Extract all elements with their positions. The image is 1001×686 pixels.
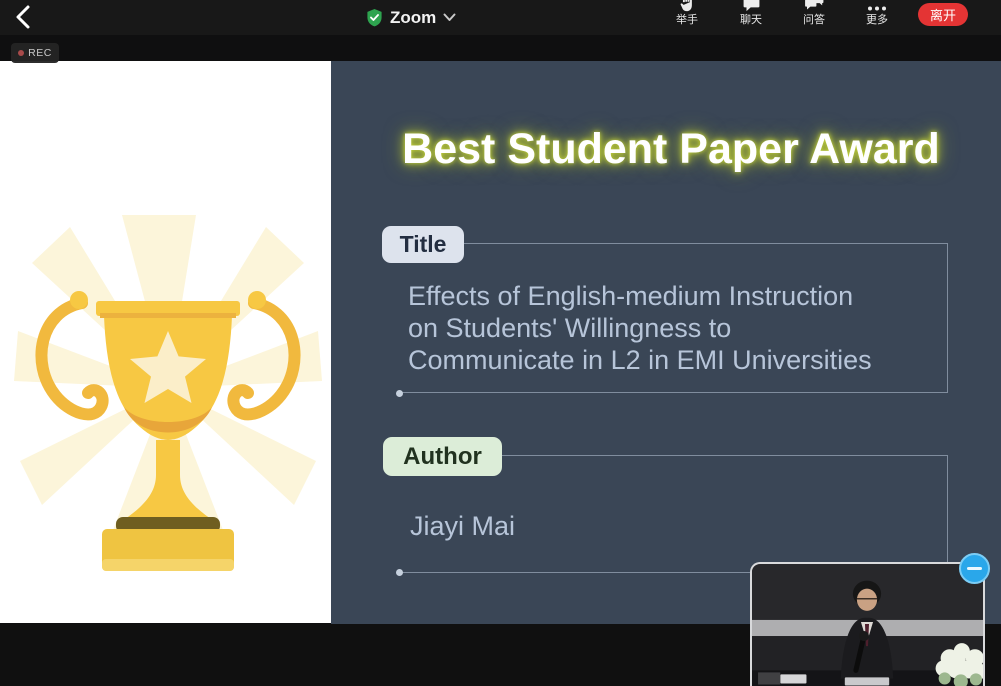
shared-screen: Best Student Paper Award Title Effects o…	[0, 61, 1001, 624]
recording-badge: REC	[11, 43, 59, 63]
meeting-title: Zoom	[390, 8, 436, 28]
more-label: 更多	[866, 14, 888, 26]
slide-left-panel	[0, 61, 331, 623]
qa-label: 问答	[803, 14, 825, 26]
author-frame-dot	[396, 569, 403, 576]
chat-label: 聊天	[740, 14, 762, 26]
more-button[interactable]: 更多	[848, 0, 906, 35]
shield-check-icon	[366, 8, 383, 27]
meeting-top-bar: Zoom 举手 聊天	[0, 0, 1001, 35]
author-badge: Author	[383, 437, 502, 476]
chevron-down-icon	[443, 13, 456, 22]
raise-hand-button[interactable]: 举手	[658, 0, 716, 35]
speaker-video-thumbnail[interactable]	[750, 562, 985, 686]
zoom-meeting-screen: Zoom 举手 聊天	[0, 0, 1001, 686]
raise-hand-icon	[679, 0, 696, 12]
more-dots-icon	[867, 5, 887, 12]
chat-bubble-icon	[743, 0, 760, 12]
title-badge: Title	[382, 226, 464, 263]
recording-dot-icon	[18, 50, 24, 56]
leave-button[interactable]: 离开	[918, 3, 968, 26]
trophy-illustration	[10, 213, 325, 588]
recording-label: REC	[28, 47, 52, 59]
back-button[interactable]	[8, 2, 38, 32]
qa-button[interactable]: 问答	[785, 0, 843, 35]
title-frame	[400, 243, 948, 393]
chat-button[interactable]: 聊天	[722, 0, 780, 35]
title-frame-dot	[396, 390, 403, 397]
meeting-title-group[interactable]: Zoom	[366, 0, 456, 35]
minimize-video-button[interactable]	[959, 553, 990, 584]
chevron-left-icon	[14, 4, 32, 30]
speaker-video-frame	[752, 564, 983, 686]
minus-icon	[967, 567, 982, 570]
slide-right-panel: Best Student Paper Award Title Effects o…	[331, 61, 1001, 624]
award-title: Best Student Paper Award	[351, 125, 991, 174]
qa-bubbles-icon	[805, 0, 824, 12]
raise-hand-label: 举手	[676, 14, 698, 26]
